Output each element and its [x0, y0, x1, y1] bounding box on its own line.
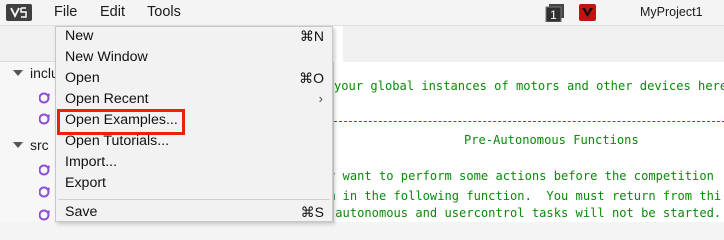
caret-down-icon[interactable]: [13, 70, 23, 76]
menu-item-new-window[interactable]: New Window: [65, 49, 148, 65]
menu-item-open[interactable]: Open: [65, 70, 100, 86]
menu-item-open-recent[interactable]: Open Recent: [65, 91, 149, 107]
menu-edit[interactable]: Edit: [100, 4, 125, 20]
menu-item-import[interactable]: Import...: [65, 154, 117, 170]
code-line: Pre-Autonomous Functions: [464, 133, 639, 147]
tree-folder-src[interactable]: src: [30, 137, 49, 153]
one-badge-icon[interactable]: 1: [545, 4, 565, 23]
project-name[interactable]: MyProject1: [640, 5, 703, 19]
vex-logo-icon[interactable]: [579, 4, 596, 21]
menu-separator: [58, 199, 330, 200]
cpp-file-icon: [38, 185, 51, 198]
cpp-file-icon: [38, 112, 51, 125]
active-tab-strip: [333, 26, 343, 62]
shortcut-new: ⌘N: [299, 28, 324, 44]
badge-number: 1: [550, 8, 557, 22]
code-line: y want to perform some actions before th…: [333, 169, 714, 183]
tab-bar-right: [343, 26, 724, 62]
menu-item-new[interactable]: New: [65, 28, 93, 44]
menu-file[interactable]: File: [54, 4, 82, 24]
code-line: autonomous and usercontrol tasks will no…: [333, 206, 722, 220]
chevron-right-icon: ›: [318, 91, 323, 106]
code-line: m in the following function. You must re…: [333, 189, 722, 203]
cpp-file-icon: [38, 208, 51, 221]
code-editor[interactable]: your global instances of motors and othe…: [333, 62, 724, 222]
cpp-file-icon: [38, 163, 51, 176]
cpp-file-icon: [38, 91, 51, 104]
menu-bar: File Edit Tools 1 MyProject1: [0, 0, 724, 26]
caret-down-icon[interactable]: [13, 142, 23, 148]
code-line: your global instances of motors and othe…: [334, 79, 724, 93]
menu-item-save[interactable]: Save: [65, 204, 97, 220]
shortcut-open: ⌘O: [299, 70, 324, 86]
menu-item-export[interactable]: Export: [65, 175, 106, 191]
menu-tools[interactable]: Tools: [147, 4, 181, 20]
comment-divider: [334, 121, 724, 122]
menu-item-open-tutorials[interactable]: Open Tutorials...: [65, 133, 169, 149]
shortcut-save: ⌘S: [300, 204, 324, 220]
vexcode-logo-icon: [6, 4, 32, 21]
highlight-box: [57, 109, 185, 135]
